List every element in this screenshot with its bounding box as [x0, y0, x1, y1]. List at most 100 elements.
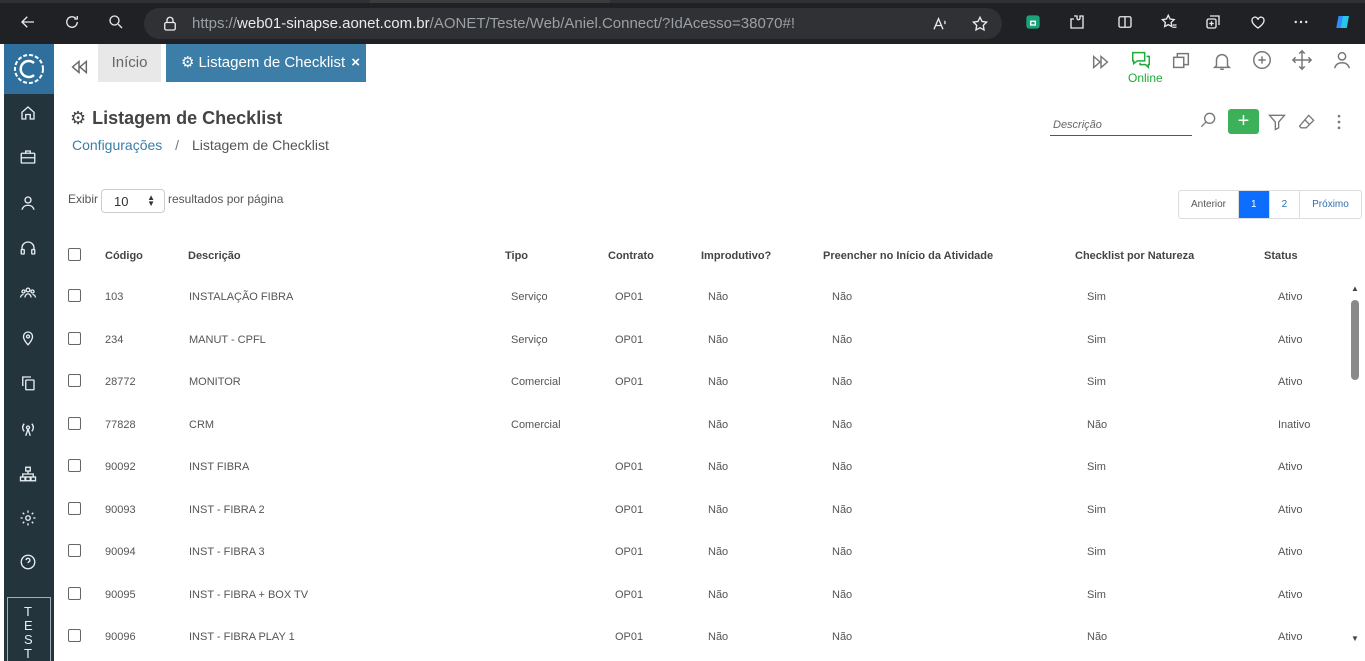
- briefcase-icon[interactable]: [16, 145, 40, 169]
- environment-label-text: TEST: [24, 604, 35, 661]
- cell-descricao: MANUT - CPFL: [189, 333, 266, 346]
- gear-icon[interactable]: [16, 506, 40, 530]
- search-icon[interactable]: [1196, 108, 1220, 132]
- pagination-next[interactable]: Próximo: [1300, 191, 1361, 218]
- pagination-previous[interactable]: Anterior: [1179, 191, 1240, 218]
- table-row[interactable]: 103 INSTALAÇÃO FIBRA Serviço OP01 Não Não Sim A…: [60, 281, 1350, 311]
- cell-preencher-inicio: Não: [832, 333, 853, 346]
- forward-tabs-icon[interactable]: [1090, 51, 1114, 75]
- more-menu-icon[interactable]: [1291, 12, 1311, 32]
- bell-icon[interactable]: [1211, 50, 1235, 74]
- row-checkbox[interactable]: [68, 374, 81, 387]
- address-bar[interactable]: https://web01-sinapse.aonet.com.br/AONET…: [144, 8, 1002, 39]
- select-all-checkbox[interactable]: [68, 248, 81, 261]
- app-logo-icon[interactable]: [4, 44, 54, 94]
- cell-improdutivo: Não: [708, 333, 729, 346]
- tab-listagem-checklist[interactable]: ⚙ Listagem de Checklist ×: [166, 44, 366, 82]
- eraser-icon[interactable]: [1295, 110, 1319, 134]
- cell-improdutivo: Não: [708, 503, 729, 516]
- cell-checklist-natureza: Não: [1087, 418, 1108, 431]
- filter-icon[interactable]: [1265, 110, 1289, 134]
- headset-icon[interactable]: [16, 236, 40, 260]
- description-search-input[interactable]: [1050, 114, 1192, 136]
- cell-codigo: 90092: [105, 461, 136, 473]
- table-row[interactable]: 90096 INST - FIBRA PLAY 1 OP01 Não Não Não Ati…: [60, 621, 1350, 651]
- tab-inicio[interactable]: Início: [98, 44, 161, 82]
- column-header-contrato[interactable]: Contrato: [608, 250, 654, 262]
- add-checklist-button[interactable]: +: [1228, 109, 1259, 134]
- page-length-select[interactable]: 10 ▲ ▼: [101, 189, 165, 213]
- move-icon[interactable]: [1291, 49, 1315, 73]
- breadcrumb-configuracoes[interactable]: Configurações: [72, 137, 162, 153]
- scroll-down-icon[interactable]: ▼: [1351, 634, 1359, 643]
- row-checkbox[interactable]: [68, 459, 81, 472]
- pagination-page-2[interactable]: 2: [1270, 191, 1301, 218]
- cell-preencher-inicio: Não: [832, 376, 853, 388]
- column-header-checklist-natureza[interactable]: Checklist por Natureza: [1075, 250, 1194, 262]
- table-row[interactable]: 28772 MONITOR Comercial OP01 Não Não Sim Ativo: [60, 366, 1350, 396]
- row-checkbox[interactable]: [68, 416, 81, 430]
- column-header-codigo[interactable]: Código: [105, 250, 143, 262]
- add-circle-icon[interactable]: [1251, 49, 1275, 73]
- cell-status: Ativo: [1278, 461, 1303, 473]
- collapse-tabs-icon[interactable]: [68, 56, 90, 78]
- copy-icon[interactable]: [16, 371, 40, 395]
- profile-icon[interactable]: [1331, 49, 1355, 73]
- table-row[interactable]: 90094 INST - FIBRA 3 OP01 Não Não Sim Ativo: [60, 536, 1350, 566]
- browser-toolbar: https://web01-sinapse.aonet.com.br/AONET…: [0, 0, 1365, 44]
- lock-icon[interactable]: [160, 14, 180, 34]
- cell-improdutivo: Não: [708, 418, 729, 431]
- split-screen-icon[interactable]: [1115, 12, 1135, 32]
- pagination-page-1[interactable]: 1: [1239, 191, 1270, 218]
- browser-back-icon[interactable]: [18, 12, 38, 32]
- copilot-icon[interactable]: [1333, 12, 1353, 32]
- help-icon[interactable]: [16, 550, 40, 574]
- team-icon[interactable]: [16, 281, 40, 305]
- cell-status: Ativo: [1278, 376, 1303, 388]
- more-options-icon[interactable]: [1327, 110, 1351, 134]
- cell-improdutivo: Não: [708, 631, 729, 643]
- cell-status: Ativo: [1278, 546, 1303, 558]
- table-row[interactable]: 234 MANUT - CPFL Serviço OP01 Não Não Sim Ativo: [60, 324, 1350, 354]
- row-checkbox[interactable]: [68, 629, 81, 642]
- browser-refresh-icon[interactable]: [62, 12, 82, 32]
- chat-online-icon[interactable]: [1130, 49, 1154, 73]
- column-header-preencher-inicio[interactable]: Preencher no Início da Atividade: [823, 250, 993, 262]
- windows-icon[interactable]: [1170, 50, 1194, 74]
- table-row[interactable]: 90093 INST - FIBRA 2 OP01 Não Não Sim Ativo: [60, 494, 1350, 524]
- select-arrows-icon: ▲ ▼: [147, 193, 155, 208]
- table-row[interactable]: 77828 CRM Comercial Não Não Não Inativo: [60, 409, 1350, 439]
- table-row[interactable]: 90095 INST - FIBRA + BOX TV OP01 Não Não Sim A…: [60, 579, 1350, 609]
- column-header-status[interactable]: Status: [1264, 250, 1298, 262]
- address-url[interactable]: https://web01-sinapse.aonet.com.br/AONET…: [192, 15, 795, 32]
- row-checkbox[interactable]: [68, 331, 81, 345]
- row-checkbox[interactable]: [68, 501, 81, 515]
- read-aloud-icon[interactable]: [930, 14, 950, 34]
- column-header-tipo[interactable]: Tipo: [505, 250, 528, 262]
- hierarchy-icon[interactable]: [16, 462, 40, 486]
- cell-status: Ativo: [1278, 333, 1303, 346]
- collections-icon[interactable]: [1203, 12, 1223, 32]
- home-icon[interactable]: [16, 101, 40, 125]
- row-checkbox[interactable]: [68, 289, 81, 302]
- user-icon[interactable]: [16, 191, 40, 215]
- scroll-up-icon[interactable]: ▲: [1351, 284, 1359, 293]
- vertical-scrollbar[interactable]: ▲ ▼: [1349, 280, 1361, 661]
- password-extension-icon[interactable]: [1023, 12, 1043, 32]
- favorites-icon[interactable]: [1159, 12, 1179, 32]
- app-tab-bar: Início ⚙ Listagem de Checklist × Online: [54, 44, 1365, 94]
- health-icon[interactable]: [1248, 12, 1268, 32]
- column-header-descricao[interactable]: Descrição: [188, 250, 241, 262]
- column-header-improdutivo[interactable]: Improdutivo?: [701, 250, 771, 262]
- close-tab-icon[interactable]: ×: [351, 44, 360, 82]
- row-checkbox[interactable]: [68, 544, 81, 557]
- antenna-icon[interactable]: [16, 417, 40, 441]
- extensions-icon[interactable]: [1067, 12, 1087, 32]
- favorite-star-icon[interactable]: [970, 14, 990, 34]
- cell-codigo: 28772: [105, 376, 136, 388]
- scroll-thumb[interactable]: [1351, 300, 1359, 380]
- row-checkbox[interactable]: [68, 586, 81, 600]
- table-row[interactable]: 90092 INST FIBRA OP01 Não Não Sim Ativo: [60, 451, 1350, 481]
- browser-search-icon[interactable]: [106, 12, 126, 32]
- map-pin-icon[interactable]: [16, 326, 40, 350]
